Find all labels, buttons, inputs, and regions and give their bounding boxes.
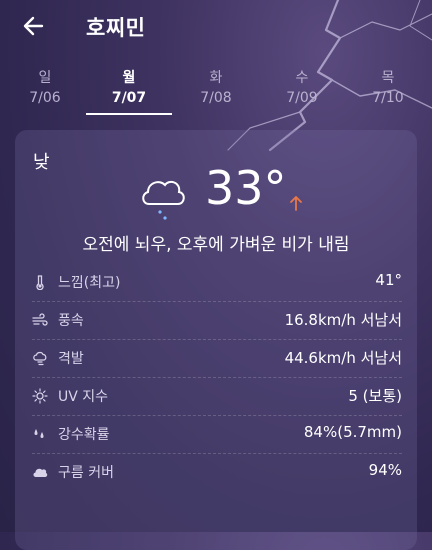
city-title: 호찌민 xyxy=(86,16,146,40)
weather-summary: 오전에 뇌우, 오후에 가벼운 비가 내림 xyxy=(82,235,350,255)
tab-thu[interactable]: 목 7/10 xyxy=(348,68,428,108)
raindrops-icon xyxy=(34,429,44,438)
back-arrow-icon[interactable] xyxy=(18,10,50,42)
tab-date-label: 7/09 xyxy=(286,90,318,106)
wind-icon xyxy=(32,313,48,326)
tab-wed[interactable]: 수 7/09 xyxy=(262,68,342,108)
tab-day-label: 화 xyxy=(209,70,223,86)
gust-icon xyxy=(33,351,47,366)
detail-value: 5 (보통) xyxy=(348,387,402,405)
detail-value: 94% xyxy=(368,461,402,479)
tab-mon[interactable]: 월 7/07 xyxy=(89,68,169,108)
detail-value: 44.6km/h 서남서 xyxy=(284,349,402,367)
detail-label: 구름 커버 xyxy=(58,465,114,481)
detail-value: 84%(5.7mm) xyxy=(303,423,402,441)
detail-row-precipitation: 강수확률 84%(5.7mm) xyxy=(32,416,402,454)
tab-date-label: 7/06 xyxy=(29,90,61,106)
tab-day-label: 목 xyxy=(381,70,395,86)
details-list: 느낌(최고) 41° 풍속 16.8km/h 서남서 격발 44.6km/h 서… xyxy=(32,264,402,491)
detail-value: 41° xyxy=(375,271,402,289)
thermometer-icon xyxy=(36,275,44,290)
detail-label: 느낌(최고) xyxy=(58,275,121,291)
detail-label: UV 지수 xyxy=(58,389,109,405)
detail-row-cloud-cover: 구름 커버 94% xyxy=(32,454,402,491)
detail-label: 격발 xyxy=(58,351,84,367)
period-label: 낮 xyxy=(33,152,50,173)
trend-up-arrow-icon xyxy=(290,196,302,211)
tab-date-label: 7/08 xyxy=(200,90,232,106)
tab-day-label: 일 xyxy=(38,70,52,86)
cloud-icon xyxy=(33,468,48,477)
tab-day-label: 수 xyxy=(295,70,309,86)
forecast-card: 낮 33° 오전에 뇌우, 오후에 가벼운 비가 내림 느낌(최고) 41° 풍… xyxy=(15,130,417,550)
detail-row-gust: 격발 44.6km/h 서남서 xyxy=(32,340,402,378)
detail-row-feels-like: 느낌(최고) 41° xyxy=(32,264,402,302)
tab-sun[interactable]: 일 7/06 xyxy=(5,68,85,108)
detail-label: 풍속 xyxy=(58,313,84,329)
tab-day-label: 월 xyxy=(122,70,136,86)
cloud-rain-icon xyxy=(142,180,185,220)
tab-date-label: 7/10 xyxy=(372,90,404,106)
detail-row-uv: UV 지수 5 (보통) xyxy=(32,378,402,416)
top-bar: 호찌민 xyxy=(0,0,432,56)
temperature-value: 33° xyxy=(205,161,287,215)
tab-date-label: 7/07 xyxy=(111,90,147,106)
detail-label: 강수확률 xyxy=(58,427,110,443)
tab-tue[interactable]: 화 7/08 xyxy=(176,68,256,108)
day-tabs: 일 7/06 월 7/07 화 7/08 수 7/09 목 7/10 xyxy=(0,68,432,116)
detail-row-wind: 풍속 16.8km/h 서남서 xyxy=(32,302,402,340)
detail-value: 16.8km/h 서남서 xyxy=(284,311,402,329)
sun-icon xyxy=(32,388,48,404)
active-tab-indicator xyxy=(86,113,172,115)
